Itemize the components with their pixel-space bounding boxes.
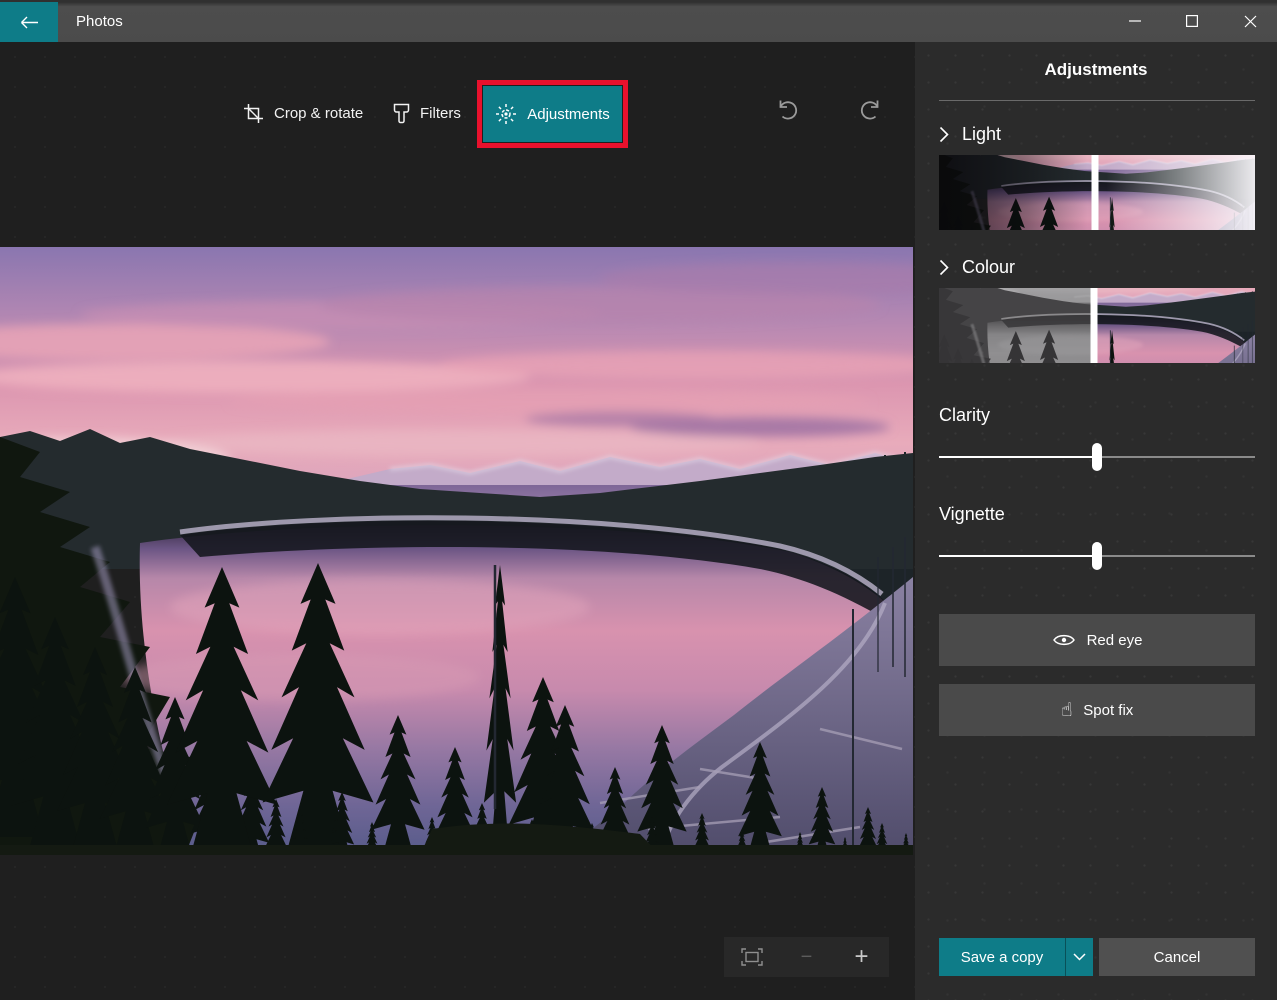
chevron-right-icon (939, 259, 949, 276)
cancel-label: Cancel (1154, 949, 1201, 966)
action-buttons-row: Save a copy Cancel (939, 938, 1255, 976)
tab-adjustments-label: Adjustments (527, 106, 610, 123)
eye-icon (1052, 632, 1076, 648)
redo-button[interactable] (856, 95, 886, 125)
title-bar: Photos (0, 0, 1277, 42)
clarity-slider-thumb[interactable] (1092, 443, 1102, 471)
close-icon (1244, 15, 1257, 28)
photos-app-window: Photos Crop & rotate (0, 0, 1277, 1000)
adjustments-brightness-icon (495, 103, 517, 125)
section-light-header[interactable]: Light (939, 120, 1001, 148)
clarity-slider-fill (939, 456, 1097, 458)
fit-to-window-button[interactable] (732, 937, 772, 977)
zoom-controls: − + (724, 937, 889, 977)
filters-icon (393, 103, 410, 124)
adjustments-panel: Adjustments Light Colour Clarity (915, 42, 1277, 1000)
tab-filters-label: Filters (420, 105, 461, 122)
undo-button[interactable] (772, 95, 802, 125)
maximize-icon (1186, 15, 1198, 27)
zoom-in-icon: + (854, 943, 868, 971)
tab-crop-rotate-label: Crop & rotate (274, 105, 363, 122)
spot-fix-label: Spot fix (1083, 702, 1133, 719)
zoom-out-button[interactable]: − (787, 937, 827, 977)
undo-icon (774, 97, 800, 123)
app-title: Photos (76, 0, 123, 42)
section-light-label: Light (962, 124, 1001, 145)
spot-fix-button[interactable]: ☝ Spot fix (939, 684, 1255, 736)
colour-adjust-strip[interactable] (939, 288, 1255, 363)
zoom-in-button[interactable]: + (842, 937, 882, 977)
section-colour-header[interactable]: Colour (939, 253, 1015, 281)
light-adjust-strip[interactable] (939, 155, 1255, 230)
colour-strip-marker[interactable] (1090, 288, 1097, 363)
save-a-copy-button[interactable]: Save a copy (939, 938, 1065, 976)
maximize-button[interactable] (1169, 0, 1215, 42)
photo-preview[interactable] (0, 247, 913, 855)
close-button[interactable] (1227, 0, 1273, 42)
cancel-button[interactable]: Cancel (1099, 938, 1255, 976)
vignette-slider-thumb[interactable] (1092, 542, 1102, 570)
fit-to-window-icon (741, 948, 763, 966)
minimize-button[interactable] (1112, 0, 1158, 42)
editor-canvas: Crop & rotate Filters (0, 42, 915, 1000)
save-a-copy-label: Save a copy (961, 949, 1044, 966)
vignette-slider[interactable] (939, 541, 1255, 571)
red-eye-label: Red eye (1087, 632, 1143, 649)
red-eye-button[interactable]: Red eye (939, 614, 1255, 666)
redo-icon (858, 97, 884, 123)
tab-crop-rotate[interactable]: Crop & rotate (243, 86, 363, 140)
tab-filters[interactable]: Filters (393, 86, 461, 140)
minimize-icon (1129, 15, 1141, 27)
chevron-right-icon (939, 126, 949, 143)
lake-sunset-photo (0, 247, 913, 855)
light-strip-marker[interactable] (1092, 155, 1099, 230)
vignette-slider-fill (939, 555, 1097, 557)
clarity-slider[interactable] (939, 442, 1255, 472)
back-arrow-icon (20, 16, 39, 29)
divider (939, 100, 1255, 101)
save-options-dropdown-button[interactable] (1065, 938, 1093, 976)
crop-icon (243, 103, 264, 124)
zoom-out-icon: − (801, 946, 813, 969)
clarity-label: Clarity (939, 405, 990, 426)
touch-hand-icon: ☝ (1061, 701, 1073, 720)
section-colour-label: Colour (962, 257, 1015, 278)
vignette-label: Vignette (939, 504, 1005, 525)
back-button[interactable] (0, 2, 58, 42)
chevron-down-icon (1073, 953, 1086, 961)
panel-title: Adjustments (915, 60, 1277, 80)
tab-adjustments[interactable]: Adjustments (483, 86, 622, 142)
